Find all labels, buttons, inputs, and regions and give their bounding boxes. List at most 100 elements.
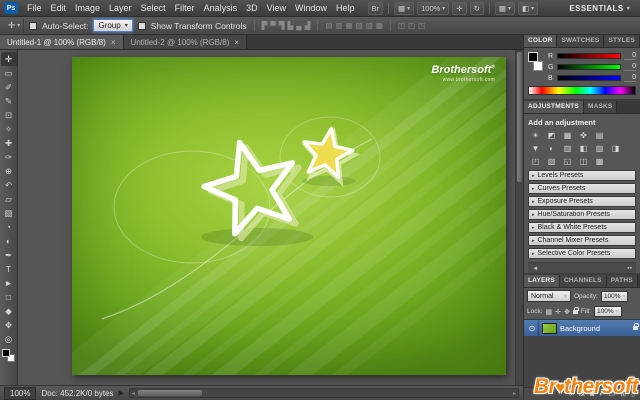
3d-rotate-tool[interactable]: ◆: [1, 304, 17, 318]
zoom-level-button[interactable]: 100% ▾: [417, 1, 450, 15]
close-icon[interactable]: ×: [234, 38, 239, 47]
align-left-icon[interactable]: ▙: [288, 21, 294, 30]
layer-row-background[interactable]: ⊙ Background: [524, 320, 640, 336]
quick-selection-tool[interactable]: ✎: [1, 94, 17, 108]
tab-layers[interactable]: LAYERS: [524, 275, 560, 287]
rectangular-marquee-tool[interactable]: ▭: [1, 66, 17, 80]
horizontal-scrollbar-thumb[interactable]: [137, 390, 202, 396]
vertical-scrollbar[interactable]: [515, 50, 523, 385]
distribute-right-icon[interactable]: ▩: [376, 21, 383, 30]
invert-icon[interactable]: ◨: [610, 143, 621, 153]
menu-select[interactable]: Select: [137, 1, 170, 15]
distribute-left-icon[interactable]: ▧: [356, 21, 363, 30]
photoshop-logo-icon[interactable]: Ps: [4, 2, 18, 14]
red-slider[interactable]: [557, 53, 621, 59]
shape-tool[interactable]: □: [1, 290, 17, 304]
show-transform-checkbox[interactable]: [137, 21, 146, 30]
posterize-icon[interactable]: ◰: [530, 156, 541, 166]
disclosure-triangle-icon[interactable]: ▸: [532, 199, 535, 205]
color-spectrum-ramp[interactable]: [528, 86, 636, 95]
tool-preset-picker[interactable]: ✛ ▾: [5, 18, 25, 33]
pen-tool[interactable]: ✒: [1, 248, 17, 262]
distribute-bottom-icon[interactable]: ▦: [346, 21, 353, 30]
gradient-map-icon[interactable]: ◱: [562, 156, 573, 166]
background-color-swatch[interactable]: [533, 61, 543, 71]
black-white-icon[interactable]: ▥: [562, 143, 573, 153]
menu-analysis[interactable]: Analysis: [200, 1, 242, 15]
clone-stamp-tool[interactable]: ⊕: [1, 164, 17, 178]
menu-image[interactable]: Image: [71, 1, 104, 15]
horizontal-scrollbar[interactable]: ◂ ▸: [128, 388, 519, 398]
eyedropper-tool[interactable]: ✧: [1, 122, 17, 136]
menu-view[interactable]: View: [263, 1, 290, 15]
vibrance-icon[interactable]: ▤: [594, 130, 605, 140]
distribute-hcenter-icon[interactable]: ▨: [366, 21, 373, 30]
back-arrow-icon[interactable]: ◄: [532, 265, 538, 272]
document-tab-untitled-1[interactable]: Untitled-1 @ 100% (RGB/8) ×: [0, 35, 124, 49]
eraser-tool[interactable]: ▱: [1, 192, 17, 206]
auto-align-icon[interactable]: ◫: [398, 21, 405, 30]
tab-styles[interactable]: STYLES: [604, 35, 640, 47]
layer-thumbnail[interactable]: [542, 322, 557, 334]
blur-tool[interactable]: ◔: [1, 220, 17, 234]
spot-healing-tool[interactable]: ✚: [1, 136, 17, 150]
adjustment-extra-icon[interactable]: ▩: [594, 156, 605, 166]
preset-selective-color[interactable]: ▸ Selective Color Presets: [528, 248, 636, 259]
preset-curves[interactable]: ▸ Curves Presets: [528, 183, 636, 194]
blue-value-field[interactable]: 0: [624, 74, 636, 82]
scroll-left-icon[interactable]: ◂: [132, 390, 135, 397]
preset-channel-mixer[interactable]: ▸ Channel Mixer Presets: [528, 235, 636, 246]
brush-tool[interactable]: ✑: [1, 150, 17, 164]
selective-color-icon[interactable]: ◫: [578, 156, 589, 166]
blend-mode-select[interactable]: Normal ▾: [527, 290, 571, 302]
move-tool[interactable]: ✛: [0, 52, 17, 66]
levels-icon[interactable]: ◩: [546, 130, 557, 140]
view-extras-button[interactable]: ▦ ▾: [394, 1, 415, 15]
zoom-tool[interactable]: ◎: [1, 332, 17, 346]
preset-black-white[interactable]: ▸ Black & White Presets: [528, 222, 636, 233]
threshold-icon[interactable]: ▧: [546, 156, 557, 166]
lock-transparency-icon[interactable]: ▦: [546, 308, 553, 316]
foreground-color-swatch[interactable]: [2, 349, 10, 357]
align-vcenter-icon[interactable]: ▀: [270, 21, 275, 30]
disclosure-triangle-icon[interactable]: ▸: [532, 225, 535, 231]
arrange-documents-button[interactable]: ▦ ▾: [494, 1, 516, 15]
blue-slider[interactable]: [557, 75, 621, 81]
opacity-field[interactable]: 100% ▾: [600, 290, 629, 302]
menu-3d[interactable]: 3D: [242, 1, 262, 15]
menu-layer[interactable]: Layer: [105, 1, 136, 15]
red-value-field[interactable]: 0: [624, 52, 636, 60]
screen-mode-button[interactable]: ◧ ▾: [518, 1, 539, 15]
align-option-icon[interactable]: ◰: [408, 21, 415, 30]
hand-tool[interactable]: ✥: [1, 318, 17, 332]
hue-saturation-icon[interactable]: ▼: [530, 143, 541, 153]
type-tool[interactable]: T: [1, 262, 17, 276]
tab-masks[interactable]: MASKS: [583, 101, 618, 113]
align-option-icon[interactable]: ◳: [418, 21, 425, 30]
dodge-tool[interactable]: ◐: [1, 234, 17, 248]
workspace-switcher[interactable]: ESSENTIALS ▾: [563, 2, 636, 15]
zoom-percent-field[interactable]: 100%: [4, 386, 37, 400]
document-tab-untitled-2[interactable]: Untitled-2 @ 100% (RGB/8) ×: [123, 35, 247, 49]
document-canvas[interactable]: Brothersoft® www.brothersoft.com: [72, 57, 506, 375]
distribute-vcenter-icon[interactable]: ▥: [335, 21, 342, 30]
green-slider[interactable]: [557, 64, 621, 70]
menu-filter[interactable]: Filter: [171, 1, 199, 15]
tab-adjustments[interactable]: ADJUSTMENTS: [524, 101, 584, 113]
foreground-color-swatch[interactable]: [528, 52, 538, 62]
preset-exposure[interactable]: ▸ Exposure Presets: [528, 196, 636, 207]
lock-pixels-icon[interactable]: ✛: [555, 308, 561, 316]
tab-channels[interactable]: CHANNELS: [559, 275, 607, 287]
path-selection-tool[interactable]: ►: [1, 276, 17, 290]
exposure-icon[interactable]: ✜: [578, 130, 589, 140]
green-value-field[interactable]: 0: [624, 63, 636, 71]
disclosure-triangle-icon[interactable]: ▸: [532, 186, 535, 192]
status-flyout-icon[interactable]: ▶: [119, 389, 124, 397]
rotate-view-button[interactable]: ↻: [469, 1, 484, 15]
hand-tool-button[interactable]: ✛: [452, 1, 467, 15]
fill-field[interactable]: 100% ▾: [594, 306, 622, 317]
curves-icon[interactable]: ▦: [562, 130, 573, 140]
disclosure-triangle-icon[interactable]: ▸: [532, 251, 535, 257]
align-right-icon[interactable]: ▟: [305, 21, 311, 30]
channel-mixer-icon[interactable]: ▨: [594, 143, 605, 153]
